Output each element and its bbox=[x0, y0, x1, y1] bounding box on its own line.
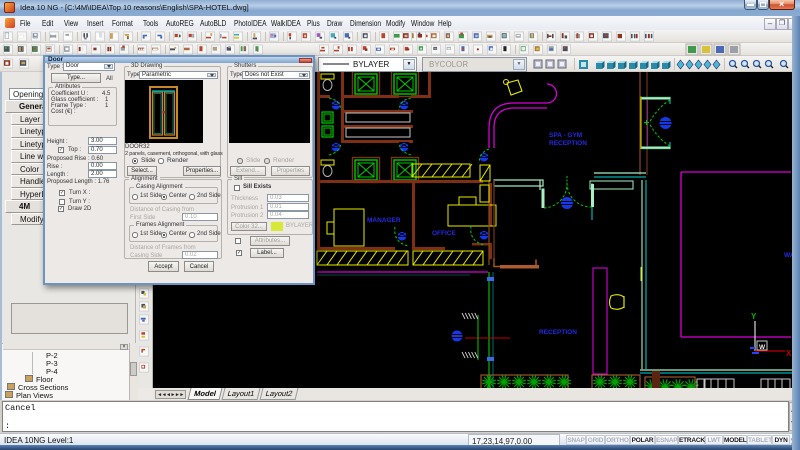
svg-text:W: W bbox=[759, 344, 766, 351]
svg-text:SPA - GYM: SPA - GYM bbox=[549, 132, 582, 139]
svg-text:Y: Y bbox=[751, 312, 757, 321]
svg-text:RECEPTION: RECEPTION bbox=[539, 329, 577, 336]
svg-text:MANAGER: MANAGER bbox=[367, 217, 401, 224]
svg-text:OFFICE: OFFICE bbox=[432, 230, 456, 237]
svg-text:WA: WA bbox=[784, 252, 792, 259]
svg-text:RECEPTION: RECEPTION bbox=[549, 140, 587, 147]
